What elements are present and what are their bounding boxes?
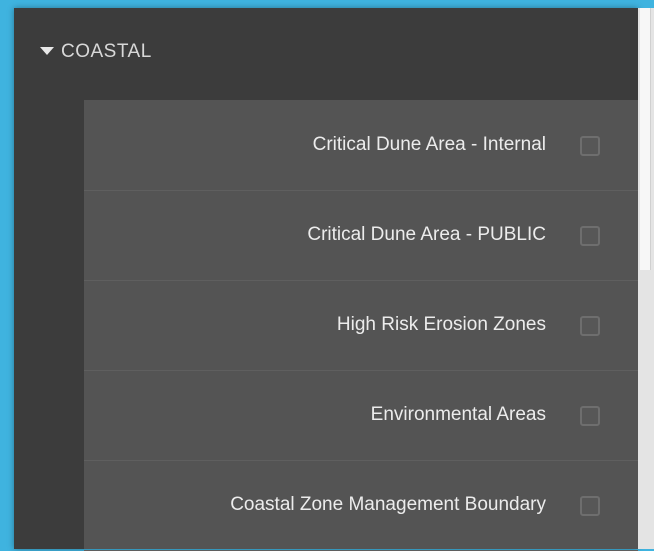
layer-panel: COASTAL Critical Dune Area - Internal Cr… xyxy=(14,8,638,551)
scrollbar-thumb[interactable] xyxy=(640,8,651,270)
group-label: COASTAL xyxy=(61,41,152,62)
layer-checkbox[interactable] xyxy=(580,406,600,426)
coastal-group-header[interactable]: COASTAL xyxy=(14,8,638,100)
layer-checkbox[interactable] xyxy=(580,136,600,156)
layer-row-coastal-zone-boundary[interactable]: Coastal Zone Management Boundary xyxy=(84,460,638,551)
layer-checkbox[interactable] xyxy=(580,316,600,336)
layer-label: High Risk Erosion Zones xyxy=(336,314,546,335)
layer-label: Critical Dune Area - Internal xyxy=(312,134,546,155)
layer-label: Critical Dune Area - PUBLIC xyxy=(307,224,546,245)
layer-row-critical-dune-public[interactable]: Critical Dune Area - PUBLIC xyxy=(84,190,638,281)
layer-checkbox[interactable] xyxy=(580,226,600,246)
layer-list: Critical Dune Area - Internal Critical D… xyxy=(84,100,638,551)
scrollbar[interactable] xyxy=(638,8,654,549)
layer-label: Coastal Zone Management Boundary xyxy=(230,494,546,515)
layer-row-environmental-areas[interactable]: Environmental Areas xyxy=(84,370,638,461)
layer-row-critical-dune-internal[interactable]: Critical Dune Area - Internal xyxy=(84,100,638,191)
layer-label: Environmental Areas xyxy=(370,404,546,425)
caret-down-icon[interactable] xyxy=(40,47,54,55)
layer-row-high-risk-erosion[interactable]: High Risk Erosion Zones xyxy=(84,280,638,371)
layer-checkbox[interactable] xyxy=(580,496,600,516)
